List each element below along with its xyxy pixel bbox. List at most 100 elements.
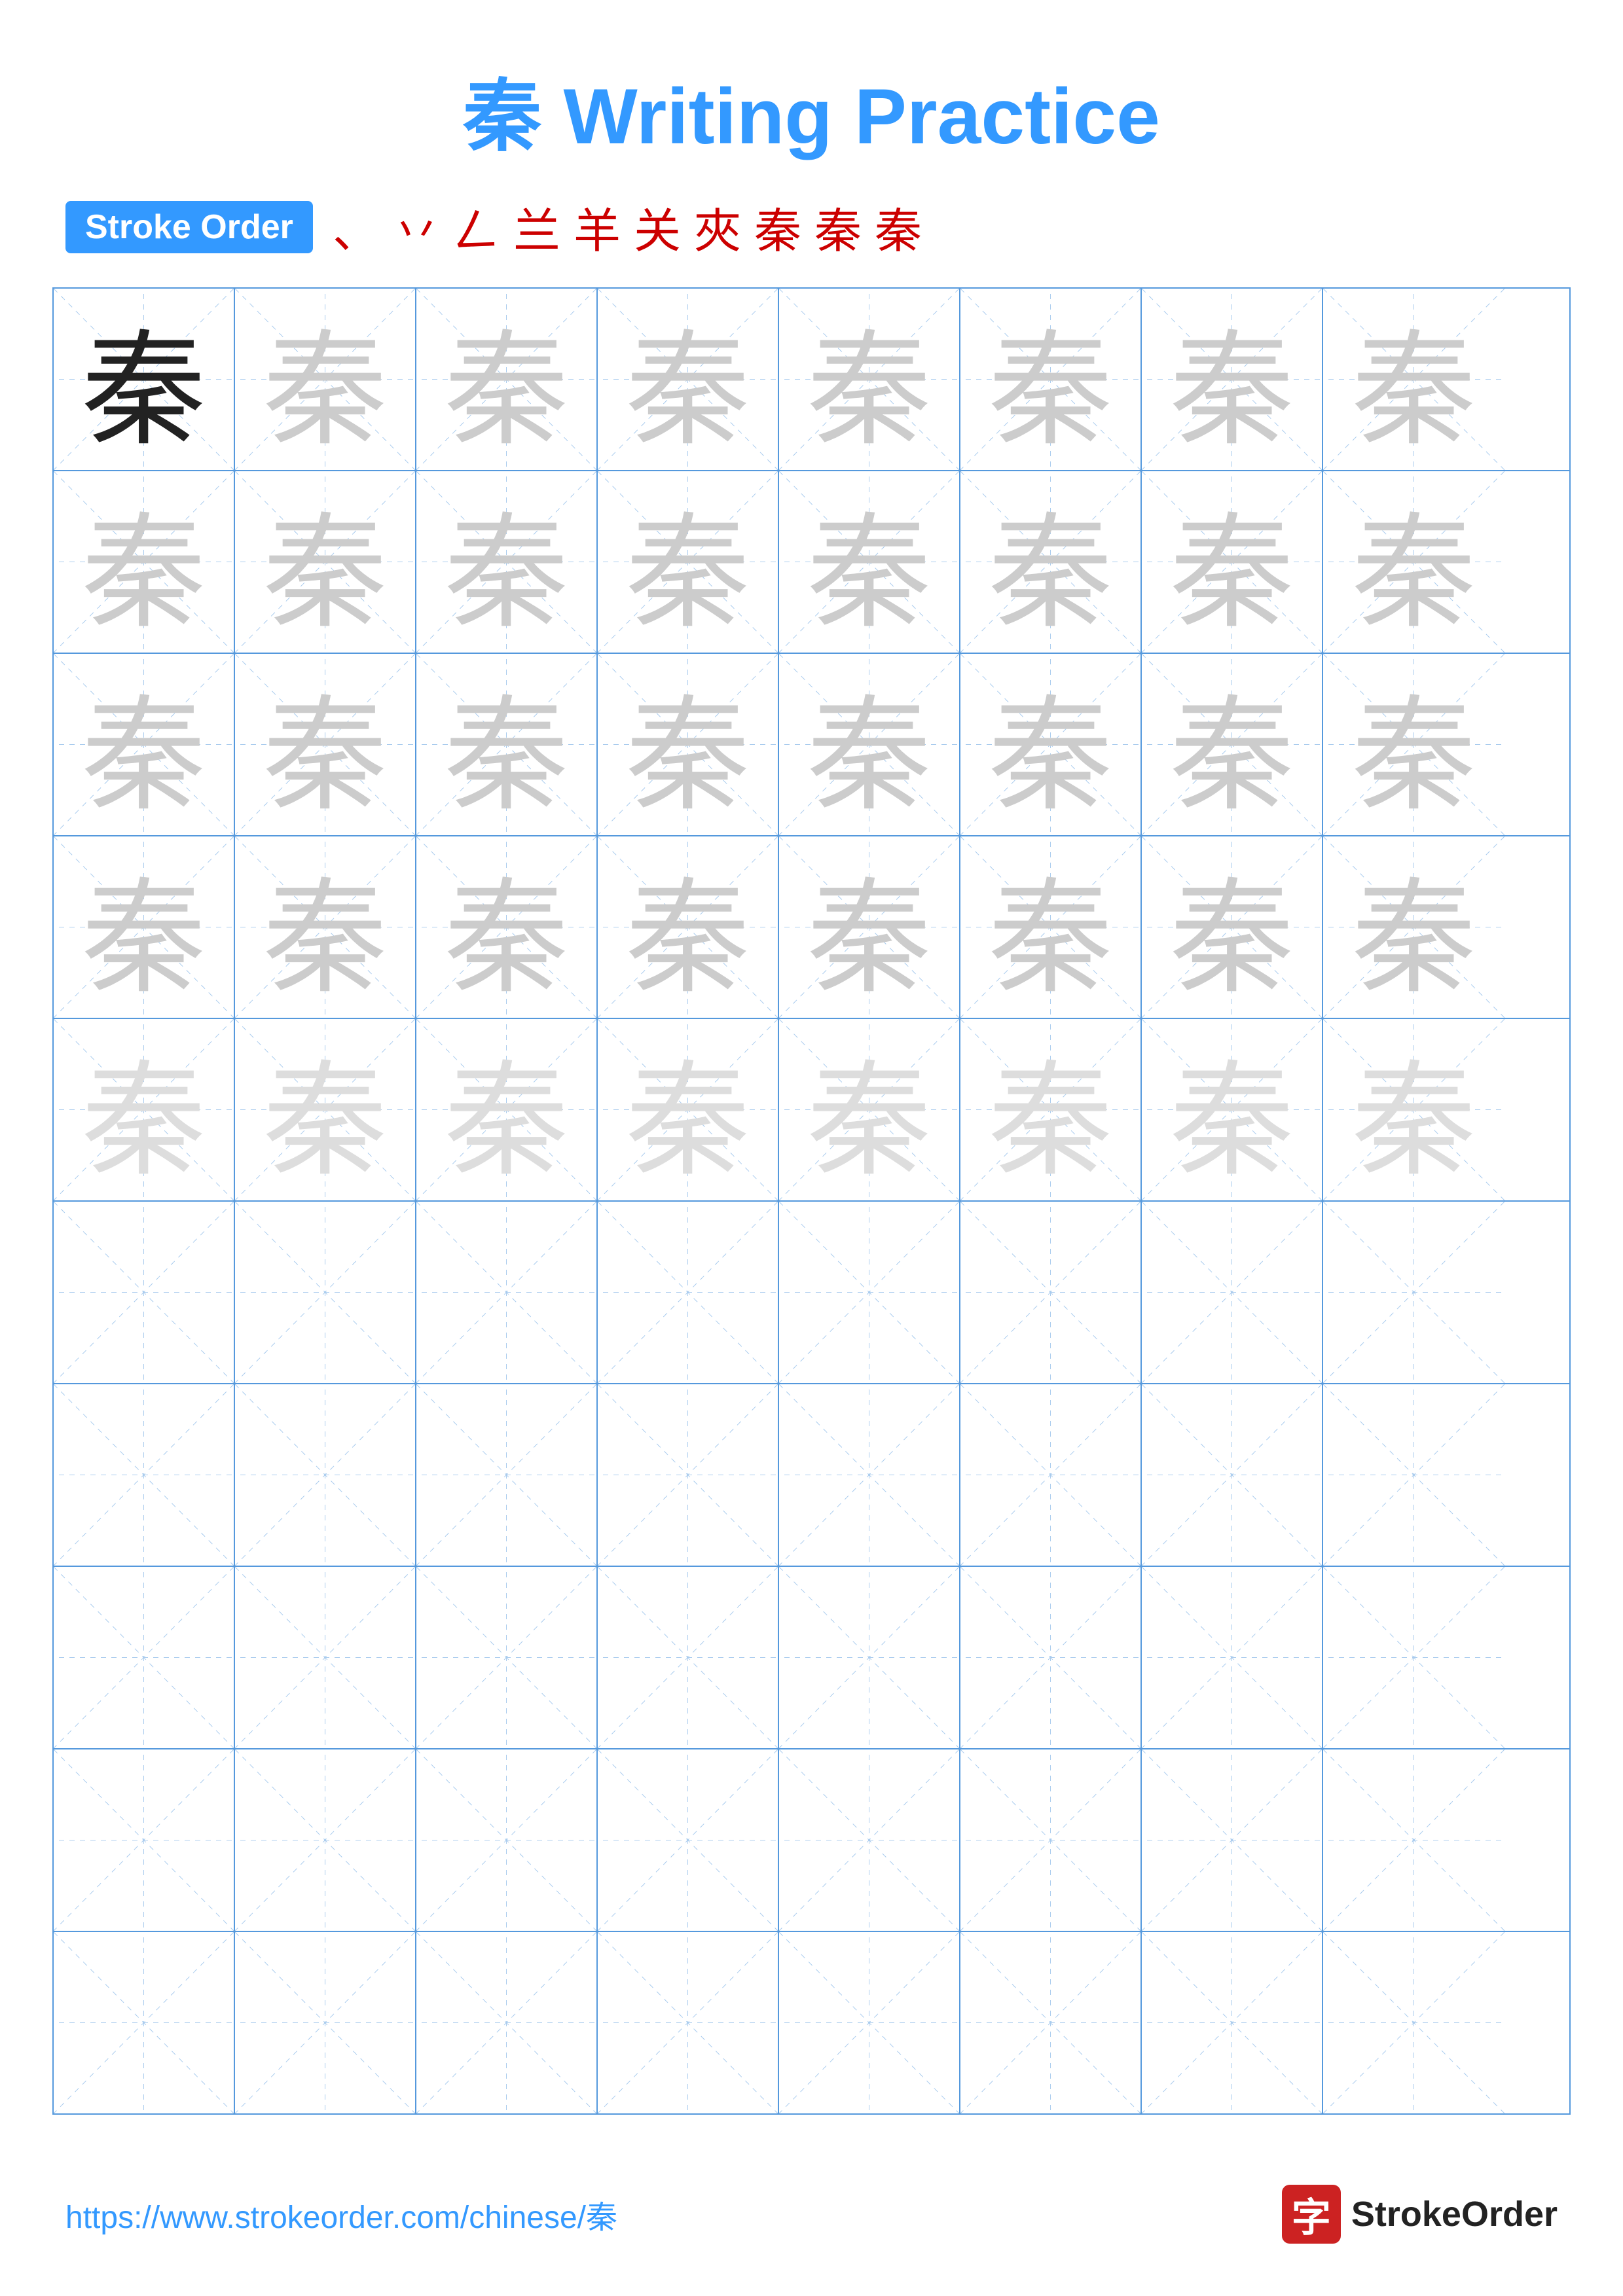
grid-cell-6-3[interactable] bbox=[416, 1202, 598, 1383]
grid-cell-4-2[interactable]: 秦 bbox=[235, 836, 416, 1018]
grid-cell-9-6[interactable] bbox=[960, 1749, 1142, 1931]
grid-cell-6-7[interactable] bbox=[1142, 1202, 1323, 1383]
grid-cell-1-2[interactable]: 秦 bbox=[235, 289, 416, 470]
grid-cell-10-1[interactable] bbox=[54, 1932, 235, 2113]
grid-cell-10-6[interactable] bbox=[960, 1932, 1142, 2113]
grid-cell-2-6[interactable]: 秦 bbox=[960, 471, 1142, 653]
grid-cell-2-8[interactable]: 秦 bbox=[1323, 471, 1504, 653]
char-ghost: 秦 bbox=[1142, 471, 1322, 653]
char-ghost: 秦 bbox=[598, 1019, 778, 1200]
grid-cell-2-4[interactable]: 秦 bbox=[598, 471, 779, 653]
grid-cell-3-7[interactable]: 秦 bbox=[1142, 654, 1323, 835]
char-ghost: 秦 bbox=[960, 471, 1140, 653]
grid-cell-8-8[interactable] bbox=[1323, 1567, 1504, 1748]
grid-cell-5-2[interactable]: 秦 bbox=[235, 1019, 416, 1200]
grid-cell-8-2[interactable] bbox=[235, 1567, 416, 1748]
char-ghost: 秦 bbox=[235, 1019, 415, 1200]
grid-cell-4-1[interactable]: 秦 bbox=[54, 836, 235, 1018]
grid-cell-5-4[interactable]: 秦 bbox=[598, 1019, 779, 1200]
stroke-6: 关 bbox=[634, 192, 681, 261]
grid-cell-2-2[interactable]: 秦 bbox=[235, 471, 416, 653]
grid-cell-10-2[interactable] bbox=[235, 1932, 416, 2113]
grid-cell-1-4[interactable]: 秦 bbox=[598, 289, 779, 470]
grid-cell-1-3[interactable]: 秦 bbox=[416, 289, 598, 470]
grid-cell-7-2[interactable] bbox=[235, 1384, 416, 1566]
grid-cell-7-3[interactable] bbox=[416, 1384, 598, 1566]
grid-cell-3-5[interactable]: 秦 bbox=[779, 654, 960, 835]
grid-cell-5-3[interactable]: 秦 bbox=[416, 1019, 598, 1200]
grid-cell-3-6[interactable]: 秦 bbox=[960, 654, 1142, 835]
grid-cell-2-3[interactable]: 秦 bbox=[416, 471, 598, 653]
grid-row-3: 秦 秦 秦 秦 秦 秦 秦 秦 bbox=[54, 654, 1569, 836]
footer-url[interactable]: https://www.strokeorder.com/chinese/秦 bbox=[65, 2191, 617, 2237]
grid-cell-9-2[interactable] bbox=[235, 1749, 416, 1931]
writing-grid[interactable]: 秦 秦 秦 秦 秦 秦 秦 秦 bbox=[52, 287, 1571, 2115]
grid-cell-8-6[interactable] bbox=[960, 1567, 1142, 1748]
grid-cell-8-4[interactable] bbox=[598, 1567, 779, 1748]
grid-cell-9-8[interactable] bbox=[1323, 1749, 1504, 1931]
grid-cell-10-4[interactable] bbox=[598, 1932, 779, 2113]
grid-cell-2-1[interactable]: 秦 bbox=[54, 471, 235, 653]
grid-cell-4-6[interactable]: 秦 bbox=[960, 836, 1142, 1018]
grid-row-2: 秦 秦 秦 秦 秦 秦 秦 秦 bbox=[54, 471, 1569, 654]
grid-cell-5-1[interactable]: 秦 bbox=[54, 1019, 235, 1200]
grid-cell-6-6[interactable] bbox=[960, 1202, 1142, 1383]
grid-cell-1-7[interactable]: 秦 bbox=[1142, 289, 1323, 470]
grid-cell-3-1[interactable]: 秦 bbox=[54, 654, 235, 835]
grid-cell-5-6[interactable]: 秦 bbox=[960, 1019, 1142, 1200]
grid-cell-3-8[interactable]: 秦 bbox=[1323, 654, 1504, 835]
grid-cell-1-1[interactable]: 秦 bbox=[54, 289, 235, 470]
char-ghost: 秦 bbox=[1142, 654, 1322, 835]
grid-cell-5-7[interactable]: 秦 bbox=[1142, 1019, 1323, 1200]
grid-cell-1-8[interactable]: 秦 bbox=[1323, 289, 1504, 470]
char-ghost: 秦 bbox=[1323, 1019, 1504, 1200]
grid-cell-10-3[interactable] bbox=[416, 1932, 598, 2113]
grid-cell-9-5[interactable] bbox=[779, 1749, 960, 1931]
grid-cell-6-5[interactable] bbox=[779, 1202, 960, 1383]
grid-cell-4-7[interactable]: 秦 bbox=[1142, 836, 1323, 1018]
grid-cell-4-5[interactable]: 秦 bbox=[779, 836, 960, 1018]
char-ghost: 秦 bbox=[416, 1019, 596, 1200]
grid-cell-7-8[interactable] bbox=[1323, 1384, 1504, 1566]
grid-cell-9-3[interactable] bbox=[416, 1749, 598, 1931]
grid-cell-2-7[interactable]: 秦 bbox=[1142, 471, 1323, 653]
grid-cell-8-3[interactable] bbox=[416, 1567, 598, 1748]
grid-cell-9-1[interactable] bbox=[54, 1749, 235, 1931]
grid-cell-2-5[interactable]: 秦 bbox=[779, 471, 960, 653]
grid-cell-6-8[interactable] bbox=[1323, 1202, 1504, 1383]
grid-cell-1-5[interactable]: 秦 bbox=[779, 289, 960, 470]
char-ghost: 秦 bbox=[235, 654, 415, 835]
grid-cell-4-8[interactable]: 秦 bbox=[1323, 836, 1504, 1018]
char-ghost: 秦 bbox=[598, 471, 778, 653]
grid-cell-7-5[interactable] bbox=[779, 1384, 960, 1566]
grid-cell-10-7[interactable] bbox=[1142, 1932, 1323, 2113]
grid-cell-8-5[interactable] bbox=[779, 1567, 960, 1748]
grid-cell-7-4[interactable] bbox=[598, 1384, 779, 1566]
grid-cell-6-1[interactable] bbox=[54, 1202, 235, 1383]
grid-cell-9-4[interactable] bbox=[598, 1749, 779, 1931]
grid-cell-7-7[interactable] bbox=[1142, 1384, 1323, 1566]
grid-cell-7-6[interactable] bbox=[960, 1384, 1142, 1566]
logo-text: StrokeOrder bbox=[1351, 2194, 1558, 2234]
grid-cell-4-3[interactable]: 秦 bbox=[416, 836, 598, 1018]
grid-cell-1-6[interactable]: 秦 bbox=[960, 289, 1142, 470]
grid-cell-10-5[interactable] bbox=[779, 1932, 960, 2113]
grid-cell-10-8[interactable] bbox=[1323, 1932, 1504, 2113]
grid-row-7 bbox=[54, 1384, 1569, 1567]
grid-cell-6-2[interactable] bbox=[235, 1202, 416, 1383]
grid-cell-6-4[interactable] bbox=[598, 1202, 779, 1383]
grid-cell-8-7[interactable] bbox=[1142, 1567, 1323, 1748]
grid-cell-7-1[interactable] bbox=[54, 1384, 235, 1566]
grid-cell-3-2[interactable]: 秦 bbox=[235, 654, 416, 835]
grid-cell-8-1[interactable] bbox=[54, 1567, 235, 1748]
footer: https://www.strokeorder.com/chinese/秦 字 … bbox=[0, 2185, 1623, 2244]
grid-cell-5-8[interactable]: 秦 bbox=[1323, 1019, 1504, 1200]
grid-cell-9-7[interactable] bbox=[1142, 1749, 1323, 1931]
char-ghost: 秦 bbox=[54, 836, 234, 1018]
grid-cell-5-5[interactable]: 秦 bbox=[779, 1019, 960, 1200]
grid-cell-3-4[interactable]: 秦 bbox=[598, 654, 779, 835]
char-ghost: 秦 bbox=[416, 471, 596, 653]
grid-cell-3-3[interactable]: 秦 bbox=[416, 654, 598, 835]
grid-cell-4-4[interactable]: 秦 bbox=[598, 836, 779, 1018]
grid-row-1: 秦 秦 秦 秦 秦 秦 秦 秦 bbox=[54, 289, 1569, 471]
